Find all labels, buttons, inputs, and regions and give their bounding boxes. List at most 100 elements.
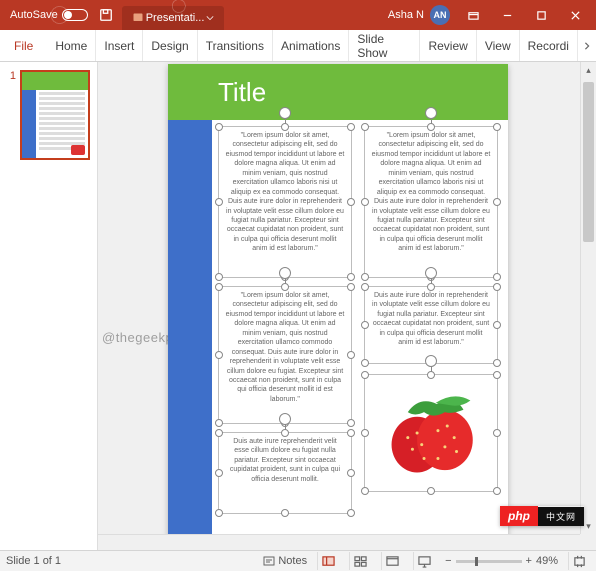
resize-handle[interactable] — [215, 351, 223, 359]
resize-handle[interactable] — [347, 273, 355, 281]
resize-handle[interactable] — [347, 283, 355, 291]
resize-handle[interactable] — [281, 509, 289, 517]
tab-file[interactable]: File — [0, 30, 47, 61]
slide-thumbnail-1[interactable] — [20, 70, 90, 160]
tab-review[interactable]: Review — [420, 30, 476, 61]
rotate-handle-icon[interactable] — [279, 267, 291, 279]
maximize-button[interactable] — [524, 0, 558, 30]
notes-button[interactable]: Notes — [263, 555, 307, 567]
minimize-button[interactable] — [490, 0, 524, 30]
user-account[interactable]: Asha N AN — [388, 5, 450, 25]
textbox-4[interactable]: Duis aute irure dolor in reprehenderit i… — [364, 286, 498, 364]
close-button[interactable] — [558, 0, 592, 30]
resize-handle[interactable] — [215, 509, 223, 517]
save-button[interactable] — [94, 3, 118, 27]
resize-handle[interactable] — [361, 359, 369, 367]
textbox-3[interactable]: "Lorem ipsum dolor sit amet, consectetur… — [218, 286, 352, 424]
resize-handle[interactable] — [361, 321, 369, 329]
textbox-5[interactable]: Duis aute irure reprehenderit velit esse… — [218, 432, 352, 514]
php-badge: php 中文网 — [500, 506, 584, 526]
resize-handle[interactable] — [281, 123, 289, 131]
textbox-4-text: Duis aute irure dolor in reprehenderit i… — [365, 287, 497, 352]
resize-handle[interactable] — [347, 509, 355, 517]
resize-handle[interactable] — [361, 283, 369, 291]
resize-handle[interactable] — [215, 198, 223, 206]
rotate-handle-icon[interactable] — [279, 107, 291, 119]
resize-handle[interactable] — [493, 359, 501, 367]
ribbon-display-button[interactable] — [456, 0, 490, 30]
resize-handle[interactable] — [347, 429, 355, 437]
autosave-toggle[interactable]: AutoSave — [4, 9, 94, 21]
textbox-1[interactable]: "Lorem ipsum dolor sit amet, consectetur… — [218, 126, 352, 278]
tab-transitions[interactable]: Transitions — [198, 30, 273, 61]
sorter-view-button[interactable] — [349, 552, 371, 570]
slide-sidebar — [168, 120, 212, 544]
resize-handle[interactable] — [493, 283, 501, 291]
resize-handle[interactable] — [493, 371, 501, 379]
tab-view[interactable]: View — [477, 30, 520, 61]
resize-handle[interactable] — [281, 429, 289, 437]
slide-canvas[interactable]: @thegeekpage.com Title "Lorem ipsum dolo… — [98, 62, 596, 550]
scroll-up-icon[interactable]: ▴ — [581, 62, 596, 78]
resize-handle[interactable] — [361, 198, 369, 206]
tab-recording[interactable]: Recordi — [520, 30, 578, 61]
resize-handle[interactable] — [361, 429, 369, 437]
zoom-in-button[interactable]: + — [526, 555, 532, 567]
vertical-scrollbar[interactable]: ▴ ▾ — [580, 62, 596, 534]
tab-slide-show[interactable]: Slide Show — [349, 30, 420, 61]
textbox-2[interactable]: "Lorem ipsum dolor sit amet, consectetur… — [364, 126, 498, 278]
user-name: Asha N — [388, 9, 424, 21]
zoom-out-button[interactable]: − — [445, 555, 451, 567]
resize-handle[interactable] — [215, 273, 223, 281]
tab-insert[interactable]: Insert — [96, 30, 143, 61]
resize-handle[interactable] — [493, 321, 501, 329]
badge-right: 中文网 — [538, 507, 584, 526]
resize-handle[interactable] — [493, 123, 501, 131]
resize-handle[interactable] — [427, 123, 435, 131]
resize-handle[interactable] — [493, 198, 501, 206]
notes-label: Notes — [278, 555, 307, 567]
rotate-handle-icon[interactable] — [425, 107, 437, 119]
resize-handle[interactable] — [281, 283, 289, 291]
tab-animations[interactable]: Animations — [273, 30, 349, 61]
resize-handle[interactable] — [361, 487, 369, 495]
resize-handle[interactable] — [215, 419, 223, 427]
fit-window-button[interactable] — [568, 552, 590, 570]
resize-handle[interactable] — [427, 371, 435, 379]
resize-handle[interactable] — [215, 429, 223, 437]
zoom-value[interactable]: 49% — [536, 555, 558, 567]
resize-handle[interactable] — [347, 123, 355, 131]
ribbon-overflow-button[interactable] — [578, 30, 596, 61]
slideshow-view-button[interactable] — [413, 552, 435, 570]
resize-handle[interactable] — [361, 123, 369, 131]
resize-handle[interactable] — [427, 487, 435, 495]
resize-handle[interactable] — [347, 351, 355, 359]
rotate-handle-icon[interactable] — [279, 413, 291, 425]
slide-title: Title — [218, 77, 266, 108]
resize-handle[interactable] — [347, 198, 355, 206]
document-tab[interactable]: Presentati... — [122, 6, 225, 30]
resize-handle[interactable] — [493, 429, 501, 437]
rotate-handle-icon[interactable] — [425, 355, 437, 367]
resize-handle[interactable] — [427, 283, 435, 291]
rotate-handle-icon[interactable] — [425, 267, 437, 279]
resize-handle[interactable] — [493, 487, 501, 495]
workspace: 1 @thegeekpage.com Title "Lorem ipsum do… — [0, 62, 596, 550]
zoom-slider[interactable] — [456, 560, 522, 563]
image-placeholder[interactable] — [364, 374, 498, 492]
resize-handle[interactable] — [347, 419, 355, 427]
resize-handle[interactable] — [215, 469, 223, 477]
horizontal-scrollbar[interactable] — [98, 534, 580, 550]
reading-view-button[interactable] — [381, 552, 403, 570]
tab-design[interactable]: Design — [143, 30, 197, 61]
slide-title-area[interactable]: Title — [168, 64, 508, 120]
resize-handle[interactable] — [361, 273, 369, 281]
resize-handle[interactable] — [493, 273, 501, 281]
resize-handle[interactable] — [215, 123, 223, 131]
tab-home[interactable]: Home — [47, 30, 96, 61]
normal-view-button[interactable] — [317, 552, 339, 570]
resize-handle[interactable] — [215, 283, 223, 291]
resize-handle[interactable] — [361, 371, 369, 379]
scroll-thumb[interactable] — [583, 82, 594, 242]
resize-handle[interactable] — [347, 469, 355, 477]
